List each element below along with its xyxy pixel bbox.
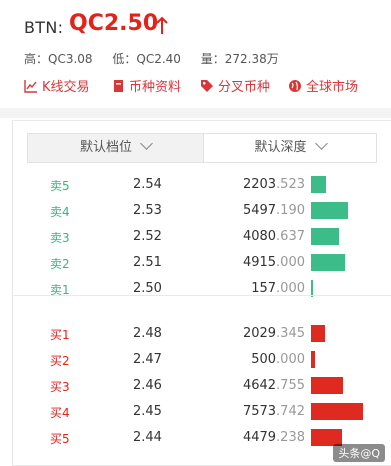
low-price: 低：QC2.40: [112, 52, 181, 66]
order-level-label: 买3: [50, 380, 70, 394]
order-price: 2.48: [133, 326, 162, 341]
book-icon: [114, 79, 123, 92]
order-book-tabs: 默认档位 默认深度: [27, 133, 377, 163]
order-volume-integer: 4080: [242, 229, 277, 244]
order-volume-integer: 4479: [242, 430, 277, 445]
order-volume-integer: 7573: [242, 404, 277, 419]
order-volume-decimal: .000: [276, 352, 305, 367]
order-volume-decimal: .742: [276, 404, 305, 419]
order-volume: 500.000: [209, 352, 305, 367]
order-book-panel: 默认档位 默认深度 卖5 2.54 2203.523 卖4 2.53 5497.190 卖3…: [12, 120, 391, 466]
order-volume-integer: 4642: [242, 378, 277, 393]
order-price: 2.47: [133, 352, 162, 367]
coin-info-label: 币种资料: [129, 80, 182, 95]
order-volume: 5497.190: [209, 203, 305, 218]
order-row: 卖1 2.50 157.000: [13, 277, 391, 303]
order-volume: 4080.637: [209, 229, 305, 244]
tab-default-depth[interactable]: 默认深度: [204, 134, 376, 162]
tab-default-levels-label: 默认档位: [79, 140, 132, 155]
order-volume-decimal: .000: [276, 255, 305, 270]
fork-coin-label: 分叉币种: [218, 80, 271, 95]
fork-coin-link[interactable]: 分叉币种: [200, 76, 270, 95]
order-level-label: 买5: [50, 432, 70, 446]
order-volume-integer: 2203: [242, 177, 277, 192]
order-row: 买3 2.46 4642.755: [13, 374, 391, 400]
order-price: 2.44: [133, 430, 162, 445]
order-volume-integer: 500: [251, 352, 277, 367]
order-volume-decimal: .755: [276, 378, 305, 393]
order-level-label: 卖2: [50, 257, 70, 271]
order-book-separator: [13, 295, 391, 296]
order-volume-decimal: .000: [276, 281, 305, 296]
watermark: 头条@Q: [333, 444, 385, 462]
order-volume: 2029.345: [209, 326, 305, 341]
arrow-up-icon: [156, 16, 168, 34]
order-volume-decimal: .190: [276, 203, 305, 218]
order-volume: 2203.523: [209, 177, 305, 192]
order-price: 2.46: [133, 378, 162, 393]
order-price: 2.45: [133, 404, 162, 419]
order-volume: 7573.742: [209, 404, 305, 419]
order-level-label: 卖3: [50, 231, 70, 245]
order-volume: 4915.000: [209, 255, 305, 270]
order-level-label: 卖5: [50, 179, 70, 193]
volume: 量：272.38万: [200, 52, 279, 66]
order-price: 2.53: [133, 203, 162, 218]
order-level-label: 买4: [50, 406, 70, 420]
price-stats: 高：QC3.08 低：QC2.40 量：272.38万: [24, 50, 295, 67]
order-volume-decimal: .238: [276, 430, 305, 445]
order-volume: 4642.755: [209, 378, 305, 393]
depth-bar: [311, 351, 315, 368]
order-volume-integer: 4915: [242, 255, 277, 270]
order-level-label: 卖4: [50, 205, 70, 219]
order-price: 2.52: [133, 229, 162, 244]
pair-label: BTN:: [24, 18, 64, 37]
tag-icon: [201, 79, 213, 92]
depth-bar: [311, 176, 326, 193]
depth-bar: [311, 377, 343, 394]
order-row: 卖4 2.53 5497.190: [13, 199, 391, 225]
global-market-link[interactable]: 全球市场: [288, 76, 358, 95]
order-volume: 4479.238: [209, 430, 305, 445]
depth-bar: [311, 228, 339, 245]
order-price: 2.50: [133, 281, 162, 296]
high-price: 高：QC3.08: [24, 52, 93, 66]
section-divider: [0, 108, 391, 118]
chart-line-icon: [24, 79, 37, 93]
order-row: 买2 2.47 500.000: [13, 348, 391, 374]
depth-bar: [311, 403, 363, 420]
ticker-header: BTN: QC2.50 高：QC3.08 低：QC2.40 量：272.38万 …: [0, 0, 391, 108]
tab-default-depth-label: 默认深度: [254, 140, 307, 155]
chevron-down-icon: [140, 137, 153, 150]
kline-trade-link[interactable]: K线交易: [24, 76, 90, 95]
order-volume-integer: 5497: [242, 203, 277, 218]
globe-icon: [289, 79, 301, 92]
depth-bar: [311, 202, 348, 219]
kline-trade-label: K线交易: [42, 80, 90, 95]
order-row: 买4 2.45 7573.742: [13, 400, 391, 426]
coin-info-link[interactable]: 币种资料: [112, 76, 181, 95]
order-row: 卖3 2.52 4080.637: [13, 225, 391, 251]
order-volume-integer: 157: [251, 281, 277, 296]
order-volume-integer: 2029: [242, 326, 277, 341]
global-market-label: 全球市场: [306, 80, 359, 95]
order-volume: 157.000: [209, 281, 305, 296]
current-price: QC2.50: [69, 11, 159, 36]
order-volume-decimal: .637: [276, 229, 305, 244]
order-volume-decimal: .345: [276, 326, 305, 341]
chevron-down-icon: [314, 137, 328, 150]
order-row: 卖5 2.54 2203.523: [13, 173, 391, 199]
order-level-label: 买2: [50, 354, 70, 368]
order-row: 买1 2.48 2029.345: [13, 322, 391, 348]
depth-bar: [311, 325, 325, 342]
order-price: 2.54: [133, 177, 162, 192]
depth-bar: [311, 254, 345, 271]
tab-default-levels[interactable]: 默认档位: [28, 134, 204, 162]
order-row: 卖2 2.51 4915.000: [13, 251, 391, 277]
order-level-label: 买1: [50, 328, 70, 342]
order-price: 2.51: [133, 255, 162, 270]
order-volume-decimal: .523: [276, 177, 305, 192]
